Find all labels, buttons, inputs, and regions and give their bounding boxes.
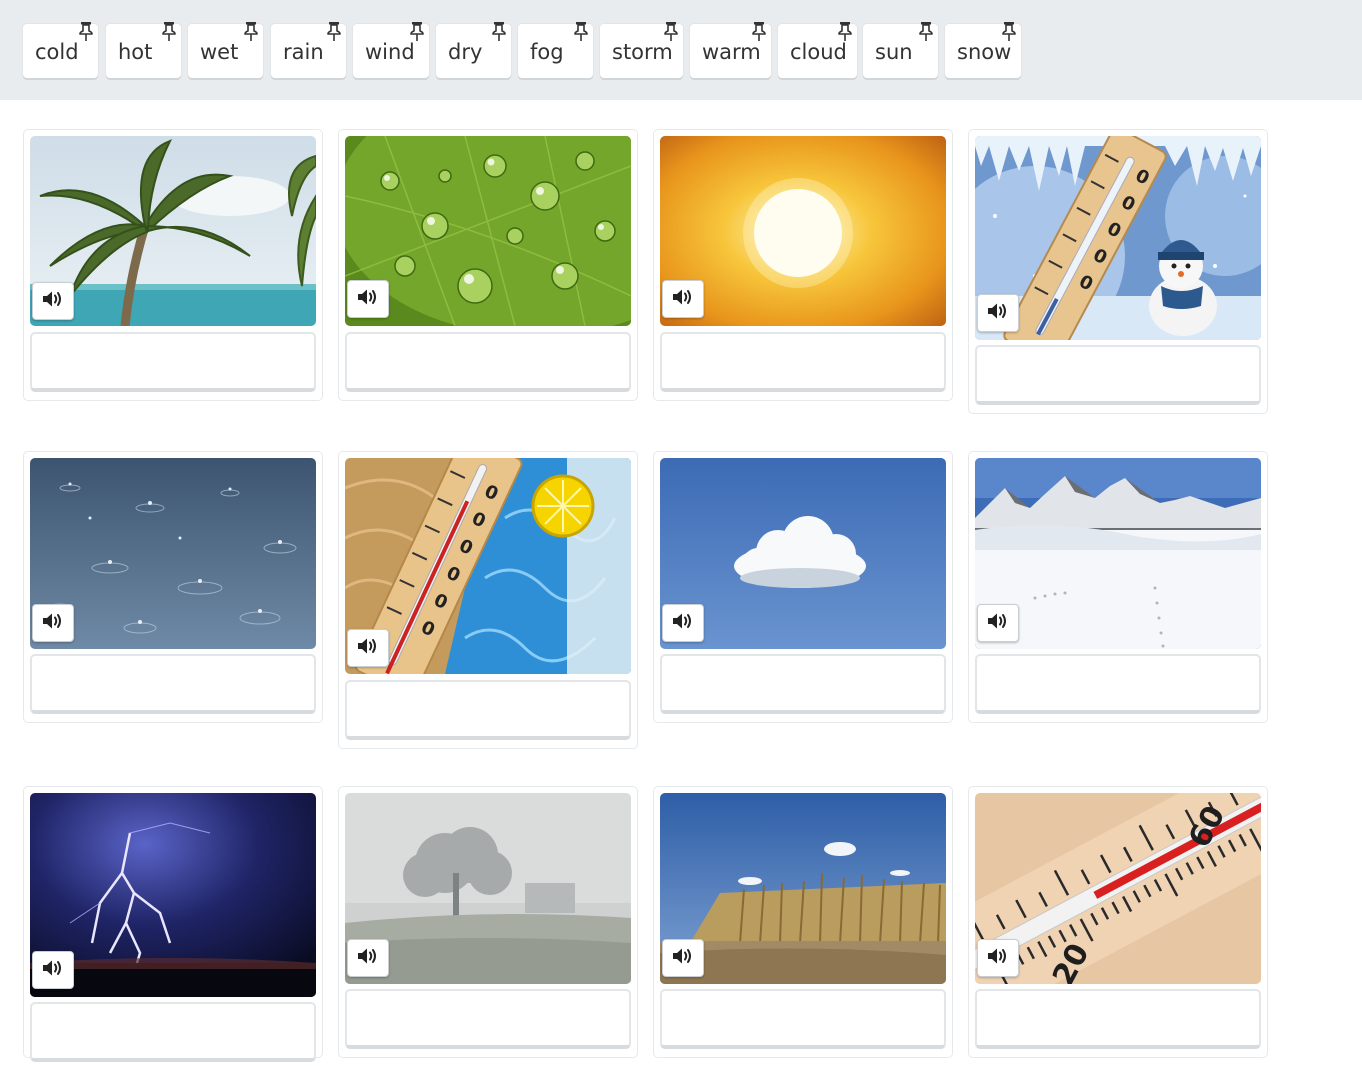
play-audio-button[interactable] [32,282,74,320]
answer-drop-zone[interactable] [975,345,1261,405]
exercise-card [653,786,953,1058]
word-chip-cold[interactable]: cold [23,21,98,78]
exercise-card [23,786,323,1062]
word-chip-dry[interactable]: dry [436,21,511,78]
exercise-card [653,451,953,723]
word-chip-storm[interactable]: storm [600,21,683,78]
word-chip-fog[interactable]: fog [518,21,593,78]
answer-drop-zone[interactable] [660,332,946,392]
word-chip-wet[interactable]: wet [188,21,263,78]
play-audio-button[interactable] [32,604,74,642]
exercise-card [23,451,323,723]
pin-icon [1001,21,1017,43]
play-audio-button[interactable] [662,604,704,642]
speaker-icon [987,302,1009,324]
play-audio-button[interactable] [347,280,389,318]
exercise-card [653,129,953,401]
exercise-card: 00000 [968,129,1268,414]
speaker-icon [357,288,379,310]
pin-icon [663,21,679,43]
play-audio-button[interactable] [347,939,389,977]
word-bank: cold hot wet rain wind dry fog storm war… [0,0,1362,100]
speaker-icon [987,947,1009,969]
word-chip-rain[interactable]: rain [271,21,346,78]
exercise-card: 20 60 [968,786,1268,1058]
play-audio-button[interactable] [347,629,389,667]
exercise-card [968,451,1268,723]
answer-drop-zone[interactable] [30,654,316,714]
pin-icon [491,21,507,43]
word-chip-snow[interactable]: snow [945,21,1021,78]
word-chip-wind[interactable]: wind [353,21,429,78]
pin-icon [78,21,94,43]
pin-icon [837,21,853,43]
pin-icon [243,21,259,43]
speaker-icon [42,290,64,312]
speaker-icon [42,959,64,981]
answer-drop-zone[interactable] [660,989,946,1049]
word-chip-hot[interactable]: hot [106,21,181,78]
pin-icon [409,21,425,43]
exercise-card: 000000 [338,451,638,749]
answer-drop-zone[interactable] [975,654,1261,714]
answer-drop-zone[interactable] [660,654,946,714]
answer-drop-zone[interactable] [30,332,316,392]
exercise-card [338,129,638,401]
answer-drop-zone[interactable] [975,989,1261,1049]
pin-icon [918,21,934,43]
answer-drop-zone[interactable] [30,1002,316,1062]
answer-drop-zone[interactable] [345,989,631,1049]
play-audio-button[interactable] [977,604,1019,642]
word-chip-warm[interactable]: warm [690,21,771,78]
pin-icon [326,21,342,43]
speaker-icon [672,288,694,310]
speaker-icon [987,612,1009,634]
pin-icon [573,21,589,43]
speaker-icon [357,947,379,969]
pin-icon [161,21,177,43]
answer-drop-zone[interactable] [345,332,631,392]
exercise-card [338,786,638,1058]
answer-drop-zone[interactable] [345,680,631,740]
speaker-icon [42,612,64,634]
speaker-icon [357,637,379,659]
word-chip-sun[interactable]: sun [863,21,938,78]
play-audio-button[interactable] [977,294,1019,332]
speaker-icon [672,947,694,969]
word-chip-cloud[interactable]: cloud [778,21,857,78]
play-audio-button[interactable] [662,280,704,318]
exercise-card [23,129,323,401]
play-audio-button[interactable] [32,951,74,989]
pin-icon [751,21,767,43]
play-audio-button[interactable] [662,939,704,977]
play-audio-button[interactable] [977,939,1019,977]
speaker-icon [672,612,694,634]
